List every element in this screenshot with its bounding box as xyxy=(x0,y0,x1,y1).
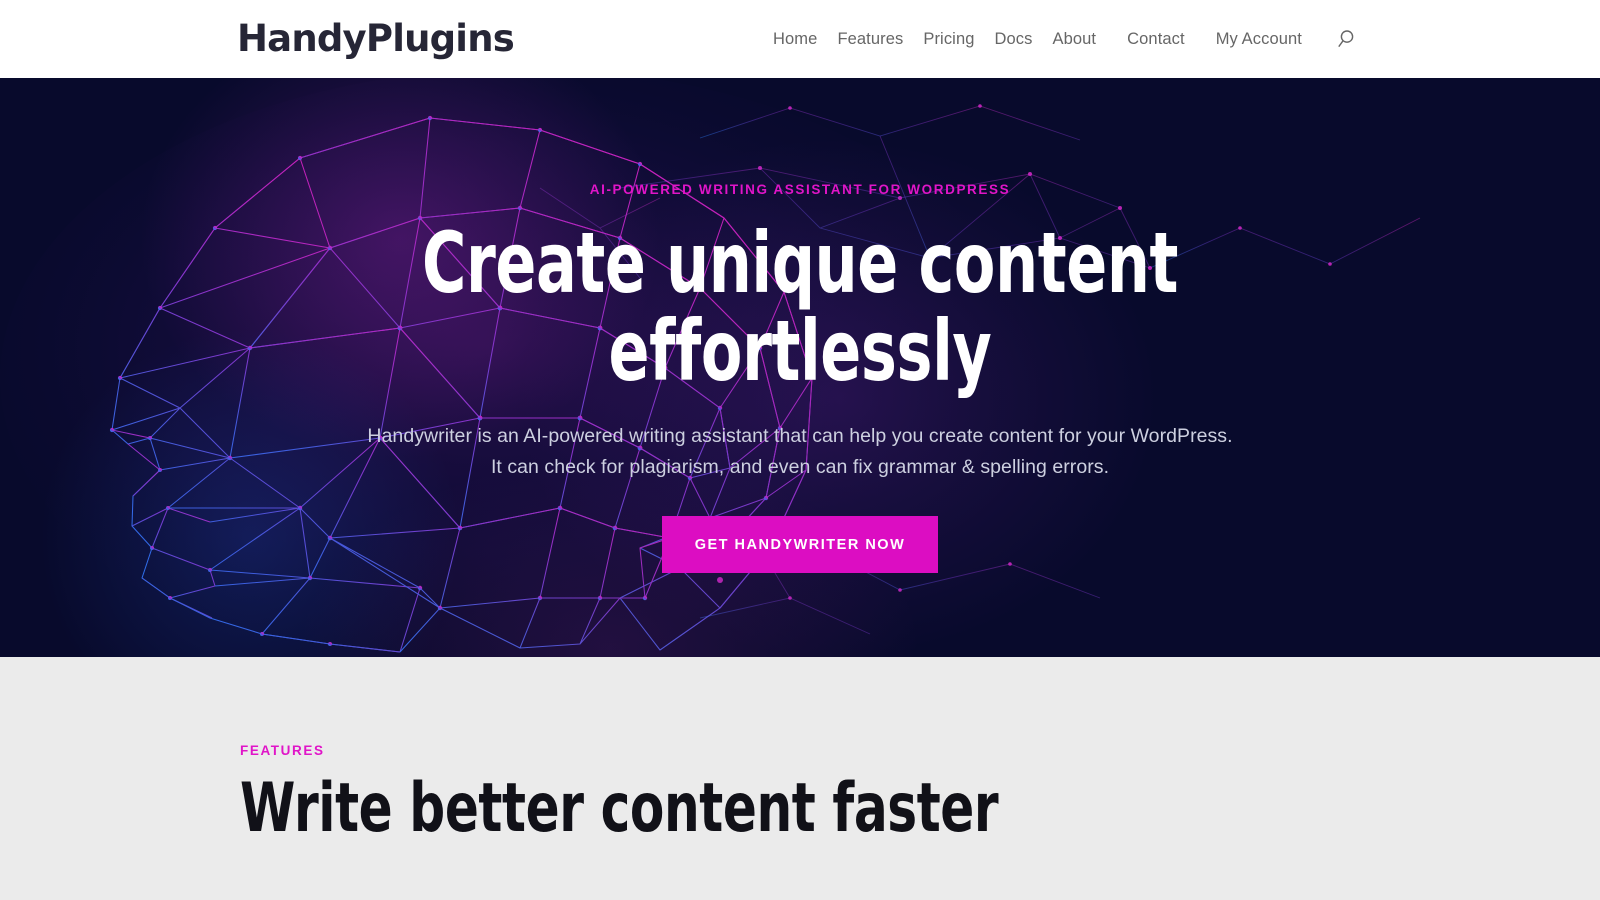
hero-subtitle-line-2: It can check for plagiarism, and even ca… xyxy=(490,456,1110,478)
nav-item-my-account[interactable]: My Account xyxy=(1206,30,1312,49)
search-button[interactable] xyxy=(1332,25,1360,53)
hero-content: AI-POWERED WRITING ASSISTANT FOR WORDPRE… xyxy=(240,78,1360,573)
site-header: HandyPlugins Home Features Pricing Docs … xyxy=(0,0,1600,78)
hero-section: AI-POWERED WRITING ASSISTANT FOR WORDPRE… xyxy=(0,78,1600,657)
hero-cta-wrapper: GET HANDYWRITER NOW xyxy=(240,516,1360,573)
site-logo[interactable]: HandyPlugins xyxy=(237,20,515,57)
hero-title-line-2: effortlessly xyxy=(608,302,992,400)
features-eyebrow: FEATURES xyxy=(240,743,325,758)
nav-item-about[interactable]: About xyxy=(1043,30,1107,49)
primary-navigation: Home Features Pricing Docs About Contact… xyxy=(763,25,1360,53)
search-icon xyxy=(1336,29,1356,49)
hero-title-line-1: Create unique content xyxy=(421,214,1179,312)
get-handywriter-now-button[interactable]: GET HANDYWRITER NOW xyxy=(661,516,939,573)
nav-item-pricing[interactable]: Pricing xyxy=(913,30,984,49)
nav-item-contact[interactable]: Contact xyxy=(1117,30,1195,49)
hero-title: Create unique content effortlessly xyxy=(352,219,1248,395)
hero-eyebrow: AI-POWERED WRITING ASSISTANT FOR WORDPRE… xyxy=(589,182,1011,197)
features-section: FEATURES Write better content faster xyxy=(0,657,1600,900)
features-title: Write better content faster xyxy=(240,769,999,848)
features-inner: FEATURES Write better content faster xyxy=(240,657,1360,846)
nav-item-features[interactable]: Features xyxy=(827,30,913,49)
nav-item-docs[interactable]: Docs xyxy=(985,30,1043,49)
hero-subtitle: Handywriter is an AI-powered writing ass… xyxy=(240,421,1360,483)
nav-item-home[interactable]: Home xyxy=(763,30,827,49)
header-inner: HandyPlugins Home Features Pricing Docs … xyxy=(237,20,1360,57)
hero-subtitle-line-1: Handywriter is an AI-powered writing ass… xyxy=(367,425,1233,447)
